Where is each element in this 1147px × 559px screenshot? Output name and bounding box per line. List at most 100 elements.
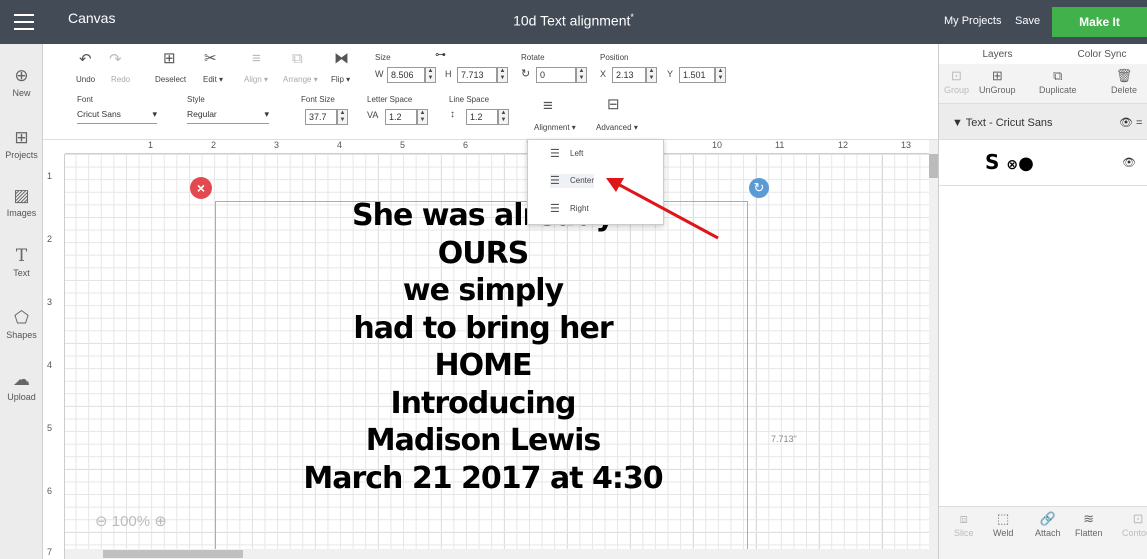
align-center-icon: ☰: [550, 175, 560, 187]
vertical-scroll-thumb[interactable]: [929, 154, 938, 178]
ruler-left: 1 2 3 4 5 6 7: [43, 154, 65, 559]
ungroup-button[interactable]: ⊞ UnGroup: [979, 68, 1016, 95]
horizontal-scroll-thumb[interactable]: [103, 550, 243, 558]
save-button[interactable]: Save: [1015, 15, 1040, 27]
tab-color-sync[interactable]: Color Sync: [1056, 49, 1147, 60]
shapes-icon: ⬠: [14, 308, 29, 327]
align-right-option[interactable]: ☰ Right: [550, 202, 589, 216]
rotate-stepper[interactable]: ▲ ▼: [576, 67, 587, 83]
align-center-option[interactable]: ☰ Center: [550, 174, 595, 188]
projects-icon: ⊞: [14, 128, 29, 147]
top-bar: Canvas 10d Text alignment* My Projects S…: [0, 0, 1147, 44]
sidebar-item-new[interactable]: ⊕ New: [0, 66, 43, 98]
style-select[interactable]: Regular: [187, 106, 269, 124]
horizontal-scrollbar[interactable]: [65, 549, 929, 559]
ruler-left-tick: 6: [47, 486, 53, 496]
delete-handle-icon[interactable]: ×: [190, 177, 212, 199]
make-it-button[interactable]: Make It: [1052, 7, 1147, 37]
zoom-in-icon[interactable]: ⊕: [154, 513, 167, 530]
sidebar-item-projects[interactable]: ⊞ Projects: [0, 128, 43, 160]
deselect-button[interactable]: Deselect: [155, 75, 186, 84]
contour-label: Contour: [1122, 528, 1147, 538]
font-select[interactable]: Cricut Sans: [77, 106, 157, 124]
y-position-input[interactable]: 1.501: [679, 67, 715, 83]
zoom-control: ⊖ 100% ⊕: [95, 512, 167, 530]
align-dropdown[interactable]: Align ▾: [244, 75, 268, 84]
height-stepper[interactable]: ▲ ▼: [497, 67, 508, 83]
sidebar-item-upload[interactable]: ☁ Upload: [0, 370, 43, 402]
edit-toolbar: ↶ Undo ↷ Redo ⊞ Deselect ✂ Edit ▾ ≡ Alig…: [43, 44, 938, 140]
ruler-top-tick: 12: [838, 140, 849, 150]
x-position-input[interactable]: 2.13: [612, 67, 646, 83]
undo-button[interactable]: Undo: [76, 75, 95, 84]
y-position-stepper[interactable]: ▲ ▼: [715, 67, 726, 83]
rotate-handle-icon[interactable]: ↻: [749, 178, 769, 198]
eye-icon[interactable]: 👁: [1122, 156, 1136, 169]
alignment-menu: ☰ Left ☰ Center ☰ Right: [527, 139, 664, 225]
group-button[interactable]: ⊡ Group: [944, 68, 969, 95]
sidebar-item-images[interactable]: ▨ Images: [0, 186, 43, 218]
x-label: X: [600, 69, 607, 79]
ruler-left-tick: 1: [47, 171, 53, 181]
vertical-scrollbar[interactable]: [929, 140, 938, 559]
edit-label: Edit: [203, 75, 217, 84]
advanced-icon[interactable]: ⊟: [607, 95, 620, 113]
line-space-stepper[interactable]: ▲ ▼: [498, 109, 509, 125]
my-projects-link[interactable]: My Projects: [944, 15, 1001, 27]
x-position-stepper[interactable]: ▲ ▼: [646, 67, 657, 83]
sidebar-item-text[interactable]: T Text: [0, 246, 43, 278]
duplicate-button[interactable]: ⧉ Duplicate: [1039, 68, 1077, 95]
tab-layers[interactable]: Layers: [939, 49, 1056, 60]
slice-button[interactable]: ⧈ Slice: [954, 511, 974, 538]
redo-button[interactable]: Redo: [111, 75, 130, 84]
text-object[interactable]: She was already OURS we simply had to br…: [193, 197, 773, 497]
arrange-icon[interactable]: ⧉: [292, 50, 303, 67]
ruler-left-tick: 3: [47, 297, 53, 307]
slice-icon: ⧈: [959, 511, 968, 526]
attach-button[interactable]: 🔗 Attach: [1035, 511, 1061, 538]
align-icon[interactable]: ≡: [252, 50, 261, 67]
ruler-left-tick: 2: [47, 234, 53, 244]
alignment-dropdown[interactable]: Alignment ▾: [534, 123, 576, 132]
letter-space-stepper[interactable]: ▲ ▼: [417, 109, 428, 125]
height-input[interactable]: 7.713: [457, 67, 497, 83]
contour-button[interactable]: ⊡ Contour: [1122, 511, 1147, 538]
height-label: H: [445, 69, 452, 79]
slice-label: Slice: [954, 528, 974, 538]
edit-dropdown[interactable]: Edit ▾: [203, 75, 223, 84]
advanced-dropdown[interactable]: Advanced ▾: [596, 123, 638, 132]
alignment-icon[interactable]: ≡: [543, 96, 553, 116]
weld-button[interactable]: ⬚ Weld: [993, 511, 1013, 538]
undo-icon[interactable]: ↶: [79, 50, 92, 68]
font-size-stepper[interactable]: ▲ ▼: [337, 109, 348, 125]
eye-icon[interactable]: 👁 =: [1119, 116, 1142, 129]
align-left-icon: ☰: [550, 148, 560, 160]
sidebar-label-projects: Projects: [5, 150, 38, 160]
letter-space-input[interactable]: 1.2: [385, 109, 417, 125]
align-left-option[interactable]: ☰ Left: [550, 147, 583, 161]
position-label: Position: [600, 53, 629, 62]
arrange-dropdown[interactable]: Arrange ▾: [283, 75, 318, 84]
ruler-top-tick: 3: [274, 140, 280, 150]
edit-scissors-icon[interactable]: ✂: [204, 49, 217, 67]
style-label: Style: [187, 95, 205, 104]
lock-ratio-icon[interactable]: ⊶: [435, 48, 446, 61]
delete-button[interactable]: 🗑 Delete: [1111, 68, 1137, 95]
layer-item-row[interactable]: S ⊗● 👁: [939, 140, 1147, 186]
plus-circle-icon: ⊕: [14, 66, 29, 85]
font-size-input[interactable]: 37.7: [305, 109, 337, 125]
sidebar-item-shapes[interactable]: ⬠ Shapes: [0, 308, 43, 340]
letter-space-icon: VA: [367, 110, 379, 120]
rotate-input[interactable]: 0: [536, 67, 576, 83]
width-input[interactable]: 8.506: [387, 67, 425, 83]
layer-group-row[interactable]: ▼ Text - Cricut Sans 👁 =: [939, 104, 1147, 140]
line-space-input[interactable]: 1.2: [466, 109, 498, 125]
width-stepper[interactable]: ▲ ▼: [425, 67, 436, 83]
redo-icon[interactable]: ↷: [109, 50, 122, 68]
zoom-out-icon[interactable]: ⊖: [95, 513, 108, 530]
design-canvas[interactable]: 1 2 3 4 5 6 7 8 9 10 11 12 13 1 2 3 4 5 …: [43, 140, 929, 559]
flip-icon[interactable]: ⧓: [334, 49, 349, 67]
deselect-icon[interactable]: ⊞: [163, 49, 176, 67]
flatten-button[interactable]: ≋ Flatten: [1075, 511, 1103, 538]
flip-dropdown[interactable]: Flip ▾: [331, 75, 350, 84]
